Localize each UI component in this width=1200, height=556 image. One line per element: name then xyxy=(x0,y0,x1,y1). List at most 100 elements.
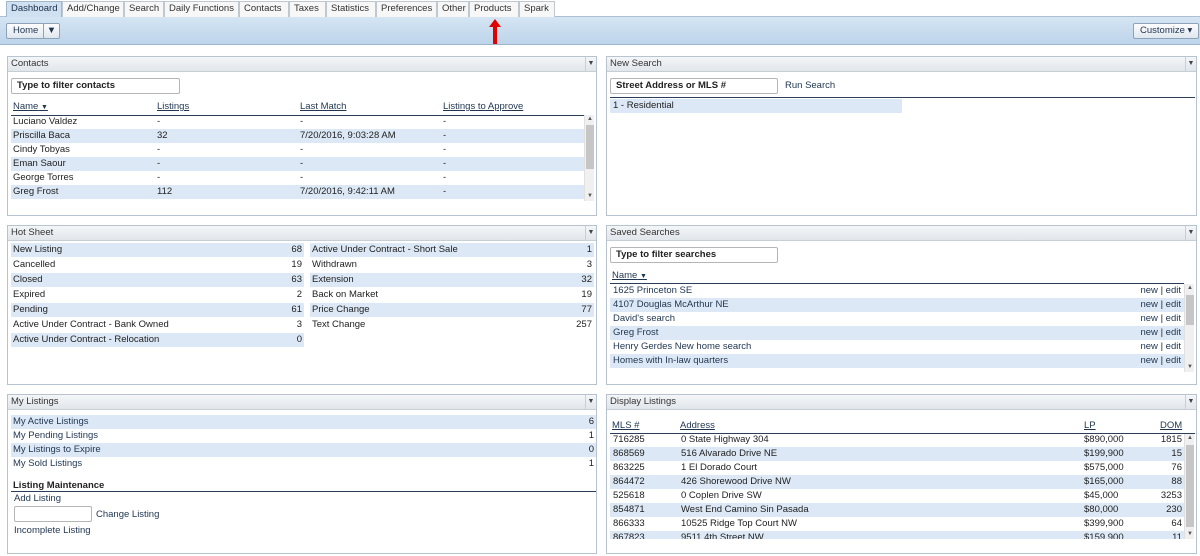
panel-menu-button[interactable]: ▼ xyxy=(1185,226,1196,240)
panel-menu-button[interactable]: ▼ xyxy=(1185,395,1196,409)
saved-search-name[interactable]: 1625 Princeton SE xyxy=(613,284,692,298)
list-item[interactable]: Homes with In-law quarters new | edit xyxy=(610,354,1184,368)
hotsheet-item[interactable]: Extension 32 xyxy=(310,273,594,287)
table-row[interactable]: Priscilla Baca 32 7/20/2016, 9:03:28 AM … xyxy=(11,129,584,143)
table-row[interactable]: 866333 10525 Ridge Top Court NW $399,900… xyxy=(610,517,1184,531)
home-button[interactable]: Home xyxy=(6,23,46,39)
table-row[interactable]: Luciano Valdez - - - xyxy=(11,115,584,129)
list-item[interactable]: David's search new | edit xyxy=(610,312,1184,326)
tab-daily-functions[interactable]: Daily Functions xyxy=(164,1,239,17)
saved-search-name[interactable]: Henry Gerdes New home search xyxy=(613,340,751,354)
hotsheet-item[interactable]: Closed 63 xyxy=(11,273,304,287)
tab-search[interactable]: Search xyxy=(124,1,164,17)
edit-link[interactable]: edit xyxy=(1166,285,1181,296)
lp-column-header[interactable]: LP xyxy=(1084,420,1096,431)
scroll-up-icon[interactable]: ▲ xyxy=(585,115,595,124)
edit-link[interactable]: edit xyxy=(1166,327,1181,338)
list-item[interactable]: Henry Gerdes New home search new | edit xyxy=(610,340,1184,354)
panel-menu-button[interactable]: ▼ xyxy=(585,57,596,71)
list-item[interactable]: 1625 Princeton SE new | edit xyxy=(610,284,1184,298)
contacts-scrollbar[interactable]: ▲ ▼ xyxy=(584,115,594,201)
hotsheet-item[interactable]: New Listing 68 xyxy=(11,243,304,257)
change-listing-link[interactable]: Change Listing xyxy=(96,509,159,520)
hotsheet-item[interactable]: Active Under Contract - Bank Owned 3 xyxy=(11,318,304,332)
table-row[interactable]: 864472 426 Shorewood Drive NW $165,000 8… xyxy=(610,475,1184,489)
hotsheet-item[interactable]: Price Change 77 xyxy=(310,303,594,317)
scroll-down-icon[interactable]: ▼ xyxy=(1185,530,1195,539)
list-item[interactable]: Greg Frost new | edit xyxy=(610,326,1184,340)
tab-other[interactable]: Other xyxy=(437,1,469,17)
panel-menu-button[interactable]: ▼ xyxy=(1185,57,1196,71)
new-link[interactable]: new xyxy=(1140,299,1157,310)
scroll-down-icon[interactable]: ▼ xyxy=(585,192,595,201)
new-link[interactable]: new xyxy=(1140,327,1157,338)
table-row[interactable]: 716285 0 State Highway 304 $890,000 1815 xyxy=(610,433,1184,447)
tab-taxes[interactable]: Taxes xyxy=(289,1,326,17)
tab-spark[interactable]: Spark xyxy=(519,1,555,17)
customize-button[interactable]: Customize ▾ xyxy=(1133,23,1200,39)
scrollbar-thumb[interactable] xyxy=(1186,295,1194,325)
search-type-option[interactable]: 1 - Residential xyxy=(610,99,902,113)
scroll-down-icon[interactable]: ▼ xyxy=(1185,363,1195,372)
new-link[interactable]: new xyxy=(1140,341,1157,352)
saved-search-name[interactable]: David's search xyxy=(613,312,675,326)
tab-preferences[interactable]: Preferences xyxy=(376,1,437,17)
last-match-column-header[interactable]: Last Match xyxy=(300,101,346,112)
table-row[interactable]: 525618 0 Coplen Drive SW $45,000 3253 xyxy=(610,489,1184,503)
tab-add-change[interactable]: Add/Change xyxy=(62,1,124,17)
edit-link[interactable]: edit xyxy=(1166,313,1181,324)
tab-statistics[interactable]: Statistics xyxy=(326,1,376,17)
mls-column-header[interactable]: MLS # xyxy=(612,420,639,431)
table-row[interactable]: 867823 9511 4th Street NW $159,900 11 xyxy=(610,531,1184,539)
panel-menu-button[interactable]: ▼ xyxy=(585,395,596,409)
scrollbar-thumb[interactable] xyxy=(586,125,594,169)
table-row[interactable]: Eman Saour - - - xyxy=(11,157,584,171)
table-row[interactable]: Greg Frost 112 7/20/2016, 9:42:11 AM - xyxy=(11,185,584,199)
hotsheet-item[interactable]: Active Under Contract - Relocation 0 xyxy=(11,333,304,347)
list-item[interactable]: 4107 Douglas McArthur NE new | edit xyxy=(610,298,1184,312)
hotsheet-item[interactable]: Active Under Contract - Short Sale 1 xyxy=(310,243,594,257)
new-link[interactable]: new xyxy=(1140,285,1157,296)
new-link[interactable]: new xyxy=(1140,313,1157,324)
saved-search-name[interactable]: 4107 Douglas McArthur NE xyxy=(613,298,729,312)
hotsheet-item[interactable]: Text Change 257 xyxy=(310,318,594,332)
home-dropdown-button[interactable]: ▼ xyxy=(43,23,60,39)
hotsheet-item[interactable]: Back on Market 19 xyxy=(310,288,594,302)
my-listings-item[interactable]: My Sold Listings 1 xyxy=(11,457,596,471)
scroll-up-icon[interactable]: ▲ xyxy=(1185,284,1195,293)
street-address-input[interactable]: Street Address or MLS # xyxy=(610,78,778,94)
edit-link[interactable]: edit xyxy=(1166,299,1181,310)
display-listings-scrollbar[interactable]: ▲ ▼ xyxy=(1184,434,1194,539)
run-search-link[interactable]: Run Search xyxy=(785,80,835,91)
saved-searches-scrollbar[interactable]: ▲ ▼ xyxy=(1184,284,1194,372)
my-listings-item[interactable]: My Pending Listings 1 xyxy=(11,429,596,443)
to-approve-column-header[interactable]: Listings to Approve xyxy=(443,101,523,112)
new-link[interactable]: new xyxy=(1140,355,1157,366)
table-row[interactable]: 863225 1 El Dorado Court $575,000 76 xyxy=(610,461,1184,475)
listings-column-header[interactable]: Listings xyxy=(157,101,189,112)
saved-search-name[interactable]: Homes with In-law quarters xyxy=(613,354,728,368)
my-listings-item[interactable]: My Active Listings 6 xyxy=(11,415,596,429)
name-column-header[interactable]: Name ▼ xyxy=(13,101,48,112)
tab-contacts[interactable]: Contacts xyxy=(239,1,289,17)
hotsheet-item[interactable]: Cancelled 19 xyxy=(11,258,304,272)
hotsheet-item[interactable]: Expired 2 xyxy=(11,288,304,302)
scrollbar-thumb[interactable] xyxy=(1186,445,1194,527)
change-listing-input[interactable] xyxy=(14,506,92,522)
saved-searches-filter-input[interactable]: Type to filter searches xyxy=(610,247,778,263)
saved-search-name[interactable]: Greg Frost xyxy=(613,326,658,340)
address-column-header[interactable]: Address xyxy=(680,420,715,431)
table-row[interactable]: George Torres - - - xyxy=(11,171,584,185)
scroll-up-icon[interactable]: ▲ xyxy=(1185,434,1195,443)
panel-menu-button[interactable]: ▼ xyxy=(585,226,596,240)
hotsheet-item[interactable]: Pending 61 xyxy=(11,303,304,317)
incomplete-listing-link[interactable]: Incomplete Listing xyxy=(14,525,91,536)
contacts-filter-input[interactable]: Type to filter contacts xyxy=(11,78,180,94)
my-listings-item[interactable]: My Listings to Expire 0 xyxy=(11,443,596,457)
add-listing-link[interactable]: Add Listing xyxy=(14,493,61,504)
edit-link[interactable]: edit xyxy=(1166,341,1181,352)
table-row[interactable]: 868569 516 Alvarado Drive NE $199,900 15 xyxy=(610,447,1184,461)
tab-products[interactable]: Products xyxy=(469,1,519,17)
tab-dashboard[interactable]: Dashboard xyxy=(6,1,62,17)
table-row[interactable]: 854871 West End Camino Sin Pasada $80,00… xyxy=(610,503,1184,517)
